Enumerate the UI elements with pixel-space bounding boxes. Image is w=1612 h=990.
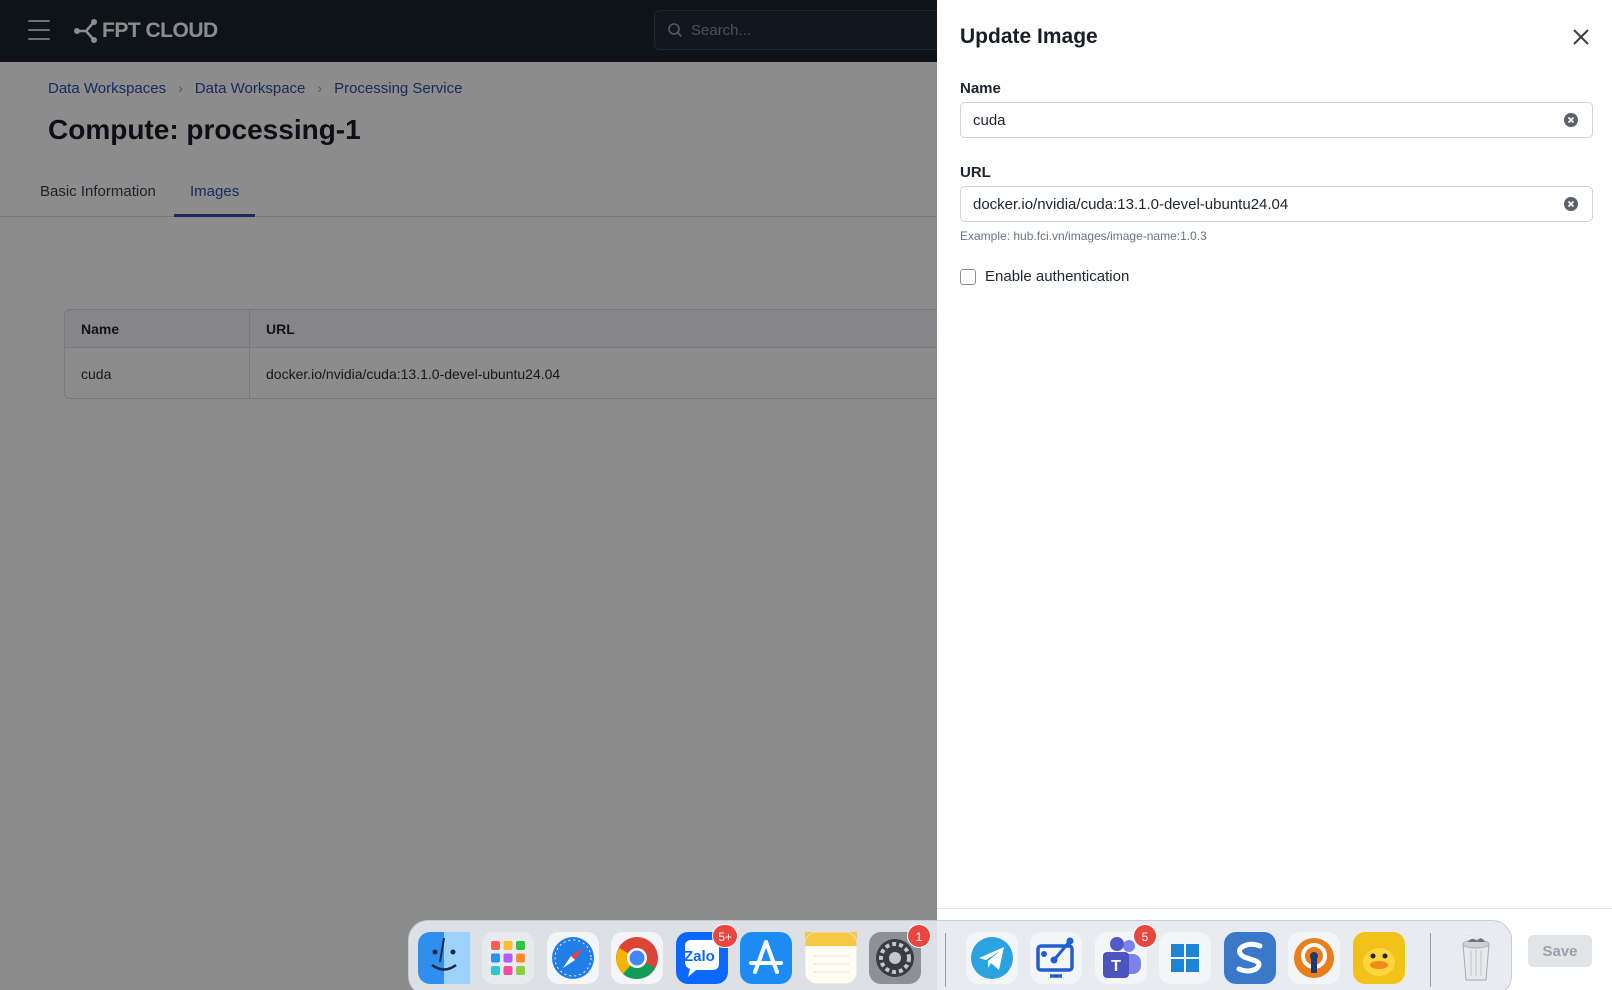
vpn-icon[interactable] — [1288, 932, 1340, 984]
name-input[interactable] — [973, 111, 1533, 129]
svg-text:T: T — [1111, 958, 1121, 975]
url-input[interactable] — [973, 195, 1533, 213]
enable-authentication-label: Enable authentication — [985, 268, 1130, 285]
duck-icon[interactable] — [1353, 932, 1405, 984]
trash-icon[interactable] — [1450, 932, 1502, 984]
drawer-title: Update Image — [960, 25, 1098, 48]
dock-separator — [945, 933, 946, 987]
enable-authentication-checkbox[interactable]: Enable authentication — [960, 268, 1129, 285]
finder-icon[interactable] — [418, 932, 470, 984]
zalo-icon-text: Zalo — [684, 948, 715, 965]
url-field[interactable] — [960, 186, 1593, 222]
notification-badge: 5 — [1133, 924, 1157, 948]
close-icon[interactable] — [1572, 28, 1590, 46]
launchpad-icon[interactable] — [482, 932, 534, 984]
system-settings-icon[interactable]: 1 — [869, 924, 931, 984]
screen-share-icon[interactable] — [1030, 932, 1082, 984]
update-image-drawer: Update Image Name URL Example: hub.fci.v… — [937, 0, 1612, 990]
footer-divider — [937, 908, 1612, 909]
clear-input-icon[interactable] — [1564, 197, 1578, 211]
dock-separator — [1430, 933, 1431, 987]
notes-icon[interactable] — [805, 932, 857, 984]
macos-dock: Zalo 5+ 1 T 5 — [408, 920, 1512, 990]
checkbox-unchecked-icon[interactable] — [960, 268, 976, 285]
teams-icon[interactable]: T 5 — [1095, 924, 1157, 984]
sublime-icon[interactable] — [1224, 932, 1276, 984]
name-field[interactable] — [960, 102, 1593, 138]
windows-icon[interactable] — [1159, 932, 1211, 984]
zalo-icon[interactable]: Zalo 5+ — [676, 924, 738, 984]
safari-icon[interactable] — [547, 932, 599, 984]
app-store-icon[interactable] — [740, 932, 792, 984]
modal-backdrop[interactable] — [0, 0, 937, 990]
clear-input-icon[interactable] — [1564, 113, 1578, 127]
chrome-icon[interactable] — [611, 932, 663, 984]
url-field-label: URL — [960, 164, 991, 181]
name-field-label: Name — [960, 80, 1001, 97]
notification-badge: 1 — [907, 924, 931, 948]
save-button[interactable]: Save — [1528, 935, 1592, 967]
notification-badge: 5+ — [712, 924, 738, 948]
url-hint-text: Example: hub.fci.vn/images/image-name:1.… — [960, 229, 1207, 243]
telegram-icon[interactable] — [966, 932, 1018, 984]
